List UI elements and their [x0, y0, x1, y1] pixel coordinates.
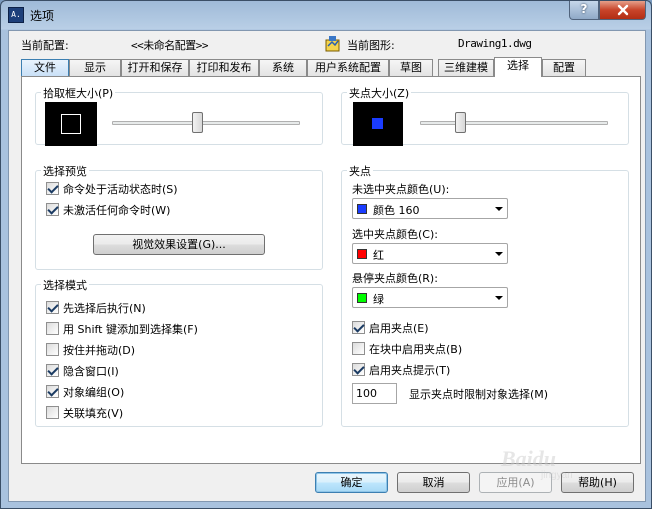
- autocad-app-icon: A.: [8, 7, 24, 23]
- tab-profiles[interactable]: 配置: [542, 59, 586, 76]
- checkbox-object-grouping[interactable]: [46, 385, 59, 398]
- current-drawing-label: 当前图形:: [347, 39, 395, 52]
- hover-grip-color-dropdown[interactable]: 绿: [352, 287, 508, 308]
- checkbox-label: 命令处于活动状态时(S): [63, 182, 178, 196]
- current-profile-value: <<未命名配置>>: [131, 39, 209, 52]
- selection-tab-panel: 拾取框大小(P) 夹点大小(Z) 选择预览 命令处于活动状态时(S) 未激活任何…: [21, 76, 641, 464]
- checkbox-noun-verb[interactable]: [46, 301, 59, 314]
- checkbox-enable-grips[interactable]: [352, 321, 365, 334]
- checkbox-label: 隐含窗口(I): [63, 364, 119, 378]
- option-preview-active-command[interactable]: 命令处于活动状态时(S): [46, 181, 178, 196]
- current-drawing-value: Drawing1.dwg: [458, 37, 532, 50]
- visual-effects-settings-button[interactable]: 视觉效果设置(G)...: [93, 234, 265, 255]
- help-title-button[interactable]: ?: [569, 1, 599, 20]
- checkbox-label: 关联填充(V): [63, 406, 124, 420]
- selection-preview-group: 选择预览 命令处于活动状态时(S) 未激活任何命令时(W) 视觉效果设置(G).…: [35, 163, 323, 270]
- tab-files[interactable]: 文件: [21, 59, 69, 76]
- unselected-grip-color-label: 未选中夹点颜色(U):: [352, 183, 450, 196]
- grip-size-preview: [353, 102, 403, 146]
- close-button[interactable]: [599, 1, 646, 20]
- checkbox-label: 按住并拖动(D): [63, 343, 136, 357]
- grip-object-limit-input[interactable]: 100: [352, 383, 397, 404]
- baidu-watermark: Baidu jingyan: [501, 446, 641, 486]
- tab-system[interactable]: 系统: [259, 59, 307, 76]
- checkbox-associative-hatch[interactable]: [46, 406, 59, 419]
- grip-size-slider-thumb[interactable]: [455, 112, 467, 133]
- dropdown-value: 红: [373, 249, 384, 262]
- checkbox-label: 先选择后执行(N): [63, 301, 146, 315]
- checkbox-label: 启用夹点(E): [369, 321, 429, 335]
- option-grips-in-blocks[interactable]: 在块中启用夹点(B): [352, 341, 462, 356]
- dropdown-value: 颜色 160: [373, 204, 420, 217]
- tab-drafting[interactable]: 草图: [389, 59, 433, 76]
- grip-size-title: 夹点大小(Z): [347, 85, 412, 101]
- options-dialog: A. 选项 ? 当前配置: <<未命名配置>> 当前图形: Drawing1.d…: [0, 0, 652, 509]
- color-swatch: [357, 293, 367, 303]
- checkbox-preview-no-command[interactable]: [46, 203, 59, 216]
- grip-size-group: 夹点大小(Z): [341, 85, 629, 146]
- color-swatch: [357, 249, 367, 259]
- checkbox-grip-tips[interactable]: [352, 363, 365, 376]
- watermark-subtext: jingyan: [541, 470, 573, 481]
- pickbox-square: [61, 114, 81, 134]
- selection-modes-title: 选择模式: [41, 277, 89, 293]
- grip-square: [372, 118, 383, 129]
- tab-selection[interactable]: 选择: [494, 57, 542, 77]
- checkbox-label: 未激活任何命令时(W): [63, 203, 171, 217]
- checkbox-preview-active-command[interactable]: [46, 182, 59, 195]
- tab-display[interactable]: 显示: [69, 59, 121, 76]
- checkbox-label: 在块中启用夹点(B): [369, 342, 463, 356]
- tab-strip: 文件 显示 打开和保存 打印和发布 系统 用户系统配置 草图 三维建模 选择 配…: [21, 57, 641, 77]
- checkbox-label: 对象编组(O): [63, 385, 125, 399]
- checkbox-label: 启用夹点提示(T): [369, 363, 451, 377]
- title-bar[interactable]: A. 选项 ?: [1, 1, 651, 29]
- close-icon: [617, 4, 628, 16]
- unselected-grip-color-dropdown[interactable]: 颜色 160: [352, 198, 508, 219]
- pickbox-size-group: 拾取框大小(P): [35, 85, 323, 146]
- checkbox-press-drag[interactable]: [46, 343, 59, 356]
- option-grip-tips[interactable]: 启用夹点提示(T): [352, 362, 450, 377]
- option-implied-window[interactable]: 隐含窗口(I): [46, 363, 119, 378]
- option-enable-grips[interactable]: 启用夹点(E): [352, 320, 429, 335]
- tab-open-save[interactable]: 打开和保存: [121, 59, 189, 76]
- pickbox-slider-thumb[interactable]: [191, 112, 203, 133]
- chevron-down-icon: [495, 207, 503, 211]
- checkbox-shift-add[interactable]: [46, 322, 59, 335]
- pickbox-slider-track[interactable]: [112, 121, 300, 125]
- chevron-down-icon: [495, 296, 503, 300]
- grip-object-limit-label: 显示夹点时限制对象选择(M): [409, 388, 549, 401]
- option-preview-no-command[interactable]: 未激活任何命令时(W): [46, 202, 170, 217]
- pickbox-size-title: 拾取框大小(P): [41, 85, 116, 101]
- selected-grip-color-dropdown[interactable]: 红: [352, 243, 508, 264]
- hover-grip-color-label: 悬停夹点颜色(R):: [352, 272, 438, 285]
- watermark-text: Baidu: [501, 446, 557, 471]
- current-profile-label: 当前配置:: [21, 39, 69, 52]
- drawing-file-icon: [325, 36, 340, 52]
- tab-user-preferences[interactable]: 用户系统配置: [307, 59, 389, 76]
- cancel-button[interactable]: 取消: [397, 472, 470, 493]
- option-noun-verb[interactable]: 先选择后执行(N): [46, 300, 146, 315]
- option-object-grouping[interactable]: 对象编组(O): [46, 384, 124, 399]
- chevron-down-icon: [495, 252, 503, 256]
- option-associative-hatch[interactable]: 关联填充(V): [46, 405, 123, 420]
- dropdown-value: 绿: [373, 293, 384, 306]
- grips-title: 夹点: [347, 163, 373, 179]
- selected-grip-color-label: 选中夹点颜色(C):: [352, 228, 438, 241]
- option-press-drag[interactable]: 按住并拖动(D): [46, 342, 135, 357]
- ok-button[interactable]: 确定: [315, 472, 388, 493]
- selection-modes-group: 选择模式 先选择后执行(N) 用 Shift 键添加到选择集(F) 按住并拖动(…: [35, 277, 323, 427]
- checkbox-label: 用 Shift 键添加到选择集(F): [63, 322, 198, 336]
- color-swatch: [357, 204, 367, 214]
- checkbox-implied-window[interactable]: [46, 364, 59, 377]
- tab-3d-modeling[interactable]: 三维建模: [438, 59, 494, 76]
- tab-plot-publish[interactable]: 打印和发布: [189, 59, 259, 76]
- grips-group: 夹点 未选中夹点颜色(U): 颜色 160 选中夹点颜色(C): 红 悬停夹点颜…: [341, 163, 629, 427]
- grip-size-slider-track[interactable]: [420, 121, 608, 125]
- option-shift-add[interactable]: 用 Shift 键添加到选择集(F): [46, 321, 198, 336]
- window-title: 选项: [30, 9, 55, 23]
- pickbox-preview: [45, 102, 97, 146]
- checkbox-grips-in-blocks[interactable]: [352, 342, 365, 355]
- dialog-client: 当前配置: <<未命名配置>> 当前图形: Drawing1.dwg 文件 显示…: [8, 30, 646, 502]
- selection-preview-title: 选择预览: [41, 163, 89, 179]
